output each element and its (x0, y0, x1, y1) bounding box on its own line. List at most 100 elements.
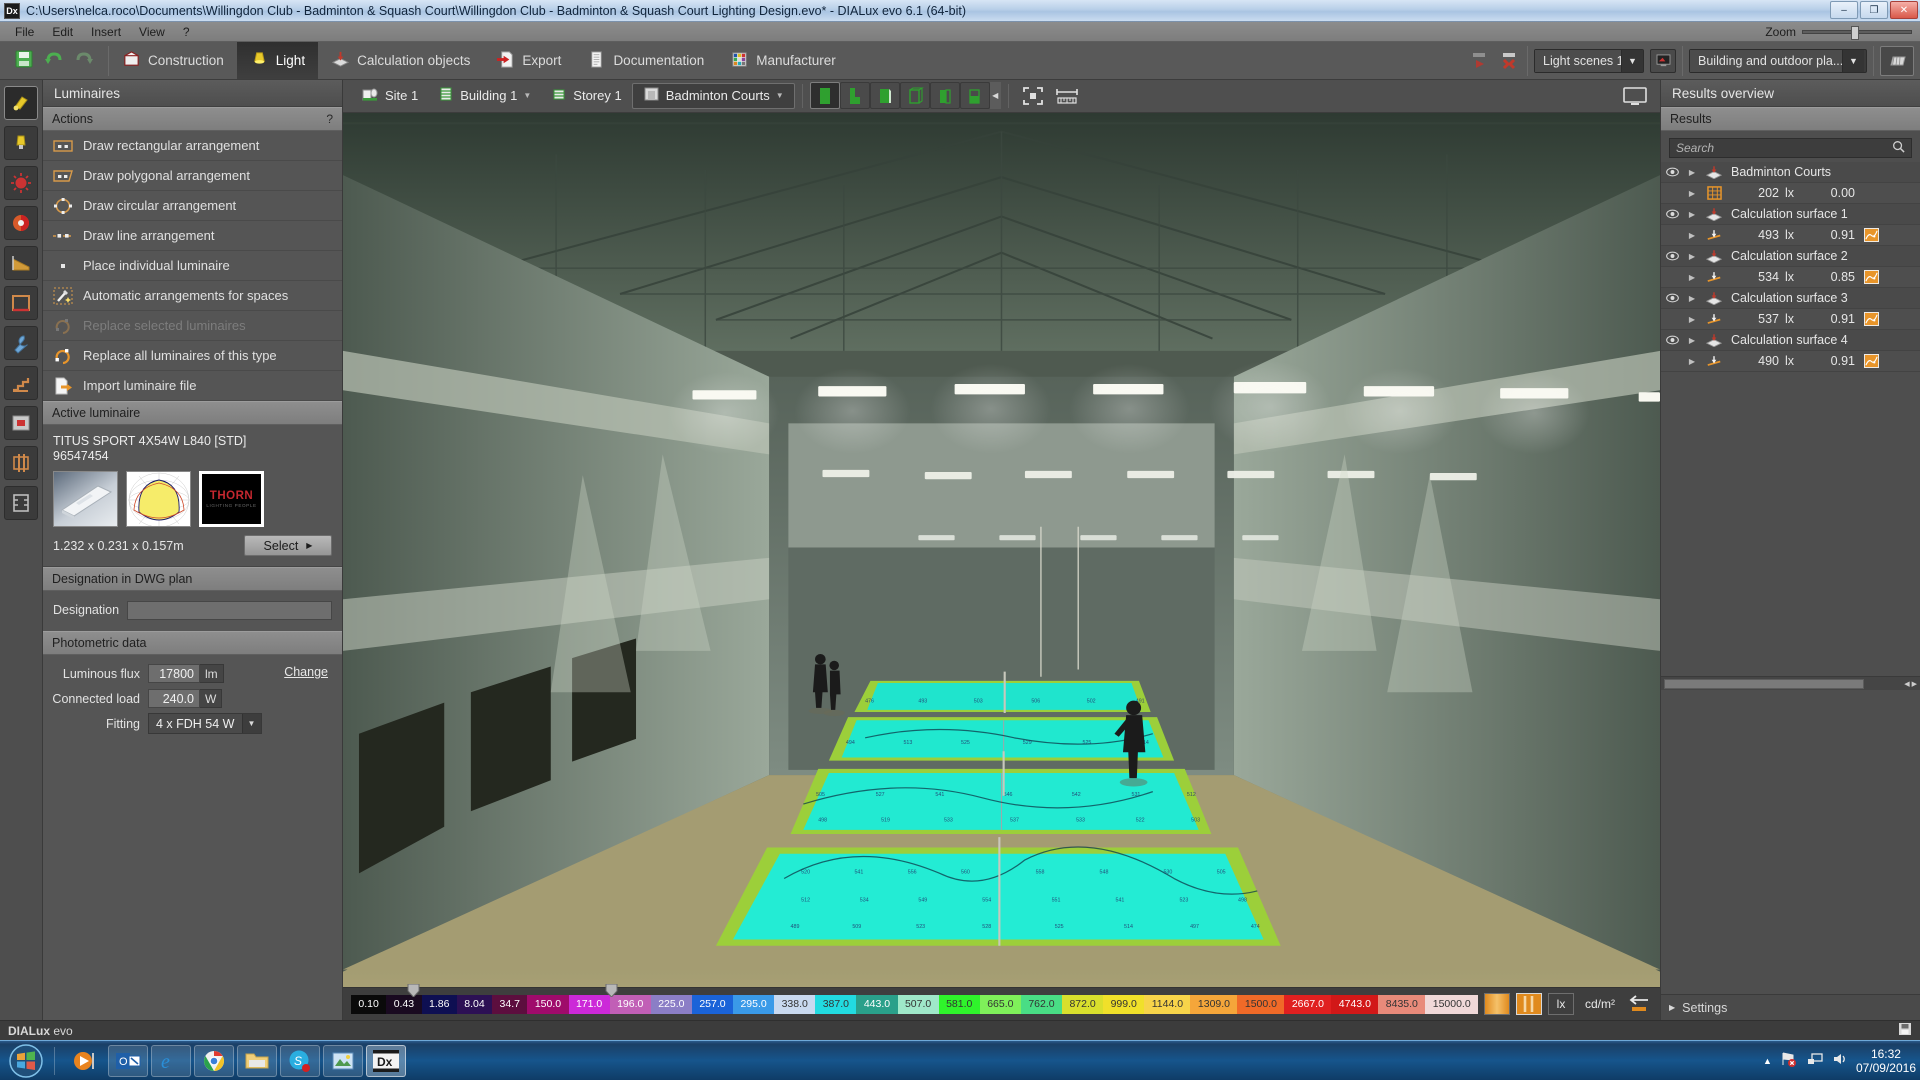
media-player-icon[interactable] (65, 1045, 105, 1077)
view-solid-button[interactable] (809, 82, 840, 110)
tab-light[interactable]: Light (236, 42, 319, 79)
expand-arrow-icon[interactable]: ▶ (1683, 231, 1701, 240)
result-chart-chip-icon[interactable] (1861, 270, 1881, 284)
expand-arrow-icon[interactable]: ▶ (1683, 273, 1701, 282)
scroll-right-icon[interactable]: ▶ (1912, 680, 1917, 688)
rail-furniture-button[interactable] (4, 406, 38, 440)
internet-explorer-icon[interactable]: e (151, 1044, 191, 1077)
fullscreen-icon[interactable] (1016, 82, 1050, 109)
start-orb-icon[interactable] (2, 1042, 50, 1080)
results-tree[interactable]: ▶ Badminton Courts ▶ 202 lx 0.00 ▶ Calculation … (1661, 162, 1920, 676)
expand-arrow-icon[interactable]: ▶ (1683, 168, 1701, 177)
view-wireframe-button[interactable] (899, 82, 930, 110)
breadcrumb-site[interactable]: Site 1 (351, 83, 428, 109)
rail-wrench-button[interactable] (4, 326, 38, 360)
expand-arrow-icon[interactable]: ▶ (1683, 210, 1701, 219)
chevron-down-icon[interactable]: ▼ (1621, 49, 1643, 72)
results-value-row[interactable]: ▶ 537 lx 0.91 (1661, 309, 1920, 330)
expand-arrow-icon[interactable]: ▶ (1683, 294, 1701, 303)
action-import-luminaire-file[interactable]: Import luminaire file (43, 371, 342, 401)
visibility-eye-icon[interactable] (1661, 251, 1683, 261)
result-chart-chip-icon[interactable] (1861, 354, 1881, 368)
network-error-icon[interactable] (1780, 1051, 1798, 1070)
action-draw-rectangular-arrangement[interactable]: Draw rectangular arrangement (43, 131, 342, 161)
skype-icon[interactable]: S (280, 1044, 320, 1077)
result-chart-chip-icon[interactable] (1861, 228, 1881, 242)
chevron-down-icon-room[interactable]: ▼ (776, 91, 784, 100)
luminous-flux-input[interactable]: 17800 (148, 664, 200, 683)
tab-export[interactable]: Export (483, 42, 574, 79)
view-mode-select[interactable]: Building and outdoor pla... ▼ (1689, 48, 1867, 73)
rail-color-scheme-button[interactable] (4, 206, 38, 240)
results-settings-row[interactable]: ▶ Settings (1661, 994, 1920, 1020)
menu-item-edit[interactable]: Edit (43, 22, 82, 42)
colour-scale[interactable]: 0.10 0.43 1.86 8.04 34.7 150.0 171.0 196.0 225.0… (351, 983, 1479, 1014)
save-icon[interactable] (14, 49, 34, 72)
results-value-row[interactable]: ▶ 493 lx 0.91 (1661, 225, 1920, 246)
monitor-icon[interactable] (1618, 82, 1652, 109)
results-horizontal-scrollbar[interactable]: ◀ ▶ (1661, 676, 1920, 690)
3d-render-viewport[interactable]: 520 541 556 560 558 548 530 505 512 534 549 554… (343, 112, 1660, 988)
network-icon[interactable] (1806, 1051, 1824, 1070)
expand-arrow-icon[interactable]: ▶ (1683, 315, 1701, 324)
select-luminaire-button[interactable]: Select ▶ (244, 535, 332, 556)
help-icon[interactable]: ? (326, 112, 333, 126)
chrome-icon[interactable] (194, 1044, 234, 1077)
tab-manufacturer[interactable]: Manufacturer (717, 42, 849, 79)
unit-lx-button[interactable]: lx (1548, 993, 1574, 1016)
rail-room-button[interactable] (4, 286, 38, 320)
zoom-slider[interactable] (1802, 25, 1912, 40)
collapse-left-icon[interactable]: ◀ (989, 82, 1001, 110)
view-front-button[interactable] (869, 82, 900, 110)
rail-measure-button[interactable] (4, 486, 38, 520)
visibility-eye-icon[interactable] (1661, 209, 1683, 219)
chevron-down-icon-building[interactable]: ▼ (523, 91, 531, 100)
menu-item-help[interactable]: ? (174, 22, 199, 42)
action-draw-line-arrangement[interactable]: Draw line arrangement (43, 221, 342, 251)
layout-grid-button[interactable] (1880, 45, 1914, 76)
visibility-eye-icon[interactable] (1661, 293, 1683, 303)
breadcrumb-room[interactable]: Badminton Courts ▼ (631, 82, 795, 109)
rail-chart-button[interactable] (4, 246, 38, 280)
scroll-left-icon[interactable]: ◀ (1904, 680, 1909, 688)
stop-calculation-icon[interactable] (1497, 49, 1521, 73)
results-group-row[interactable]: ▶ Calculation surface 1 (1661, 204, 1920, 225)
results-group-row[interactable]: ▶ Calculation surface 4 (1661, 330, 1920, 351)
breadcrumb-building[interactable]: Building 1 ▼ (428, 83, 541, 109)
results-group-row[interactable]: ▶ Calculation surface 2 (1661, 246, 1920, 267)
light-scene-preview-button[interactable] (1650, 48, 1676, 73)
breadcrumb-storey[interactable]: Storey 1 (541, 83, 631, 109)
scrollbar-thumb[interactable] (1664, 678, 1864, 689)
scale-marker[interactable] (605, 983, 618, 998)
luminaire-photo-thumb[interactable] (53, 471, 118, 527)
chevron-down-icon-2[interactable]: ▼ (1842, 49, 1864, 72)
chevron-down-icon-fitting[interactable]: ▼ (241, 714, 261, 733)
results-search-input[interactable]: Search (1669, 138, 1912, 158)
taskbar-clock[interactable]: 16:32 07/09/2016 (1856, 1047, 1916, 1075)
dialux-icon[interactable]: Dx (366, 1044, 406, 1077)
action-automatic-arrangements-for-spaces[interactable]: Automatic arrangements for spaces (43, 281, 342, 311)
tab-construction[interactable]: Construction (109, 42, 237, 79)
action-draw-polygonal-arrangement[interactable]: Draw polygonal arrangement (43, 161, 342, 191)
connected-load-input[interactable]: 240.0 (148, 689, 200, 708)
visibility-eye-icon[interactable] (1661, 335, 1683, 345)
view-side-button[interactable] (929, 82, 960, 110)
tab-documentation[interactable]: Documentation (574, 42, 717, 79)
view-perspective-button[interactable] (959, 82, 990, 110)
view-section-button[interactable] (839, 82, 870, 110)
fitting-select[interactable]: 4 x FDH 54 W ▼ (148, 713, 262, 734)
photometric-curve-thumb[interactable] (126, 471, 191, 527)
change-photometry-link[interactable]: Change (284, 665, 328, 679)
unit-cdm2-button[interactable]: cd/m² (1580, 993, 1620, 1015)
expand-arrow-icon[interactable]: ▶ (1683, 252, 1701, 261)
rail-stairs-button[interactable] (4, 366, 38, 400)
maximize-button[interactable]: ❐ (1860, 1, 1888, 19)
result-chart-chip-icon[interactable] (1861, 312, 1881, 326)
play-calculation-icon[interactable] (1467, 49, 1491, 73)
show-hidden-icons[interactable]: ▲ (1763, 1056, 1772, 1066)
designation-input[interactable] (127, 600, 332, 620)
menu-item-file[interactable]: File (6, 22, 43, 42)
expand-arrow-icon[interactable]: ▶ (1683, 189, 1701, 198)
results-value-row[interactable]: ▶ 202 lx 0.00 (1661, 183, 1920, 204)
results-group-row[interactable]: ▶ Badminton Courts (1661, 162, 1920, 183)
